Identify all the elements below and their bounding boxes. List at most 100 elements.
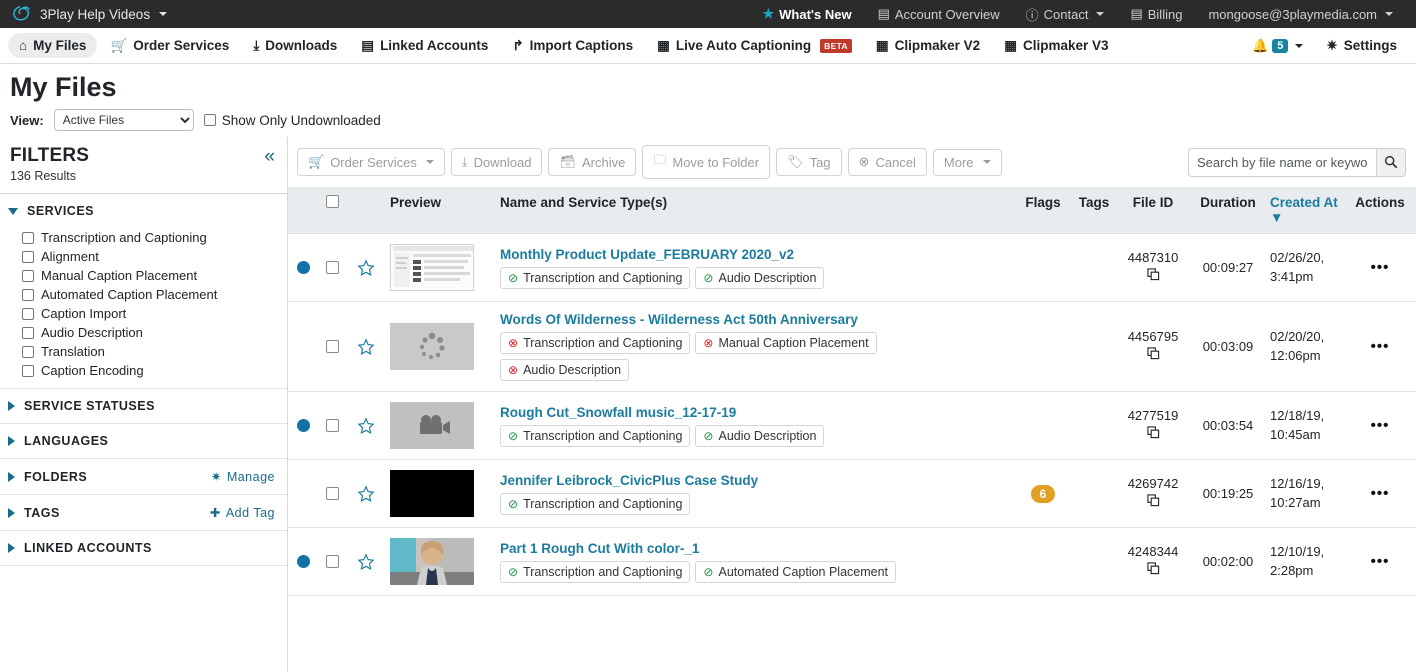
- filter-checkbox[interactable]: [22, 307, 34, 320]
- file-name-link[interactable]: Monthly Product Update_FEBRUARY 2020_v2: [500, 247, 1010, 262]
- ellipsis-icon[interactable]: •••: [1348, 417, 1412, 434]
- nav-clipmaker-v2[interactable]: ▦ Clipmaker V2: [865, 33, 991, 59]
- star-outline-icon[interactable]: [357, 337, 375, 356]
- row-checkbox[interactable]: [325, 419, 339, 432]
- add-tag-button[interactable]: ✚ Add Tag: [210, 505, 275, 521]
- more-button[interactable]: More: [932, 148, 1002, 176]
- show-only-undownloaded-checkbox[interactable]: [203, 114, 216, 126]
- 3play-logo-icon[interactable]: [8, 3, 34, 25]
- copy-icon[interactable]: [1120, 347, 1186, 365]
- filter-option-caption-import[interactable]: Caption Import: [0, 304, 287, 323]
- loading-spinner-thumbnail[interactable]: [390, 323, 474, 370]
- table-row[interactable]: Monthly Product Update_FEBRUARY 2020_v2 …: [288, 233, 1416, 302]
- order-services-button[interactable]: 🛒 Order Services: [297, 148, 445, 176]
- video-camera-thumbnail[interactable]: [390, 402, 474, 449]
- nav-order-services[interactable]: 🛒 Order Services: [99, 33, 240, 59]
- nav-settings[interactable]: ✷ Settings: [1315, 33, 1408, 59]
- copy-icon[interactable]: [1120, 426, 1186, 444]
- nav-import-captions[interactable]: ↱ Import Captions: [501, 33, 644, 59]
- filter-option-manual-caption-placement[interactable]: Manual Caption Placement: [0, 266, 287, 285]
- row-checkbox[interactable]: [325, 487, 339, 500]
- person-photo-thumbnail[interactable]: [390, 538, 474, 585]
- service-badge[interactable]: ⊗ Manual Caption Placement: [695, 332, 877, 354]
- nav-my-files[interactable]: ⌂ My Files: [8, 33, 98, 58]
- account-overview-link[interactable]: ▤ Account Overview: [865, 6, 1013, 22]
- file-name-link[interactable]: Part 1 Rough Cut With color-_1: [500, 541, 1010, 556]
- row-checkbox[interactable]: [325, 555, 339, 568]
- filter-checkbox[interactable]: [22, 288, 34, 301]
- service-badge[interactable]: ⊘ Audio Description: [695, 424, 825, 447]
- filter-option-transcription-and-captioning[interactable]: Transcription and Captioning: [0, 228, 287, 247]
- service-badge[interactable]: ⊗ Audio Description: [500, 359, 630, 381]
- cancel-button[interactable]: ⊗ Cancel: [847, 148, 927, 176]
- star-outline-icon[interactable]: [357, 552, 375, 571]
- filter-checkbox[interactable]: [22, 269, 34, 282]
- table-row[interactable]: Jennifer Leibrock_CivicPlus Case Study ⊘…: [288, 459, 1416, 528]
- service-badge[interactable]: ⊘ Transcription and Captioning: [500, 492, 691, 515]
- th-flags[interactable]: Flags: [1014, 187, 1072, 234]
- row-checkbox[interactable]: [325, 340, 339, 353]
- copy-icon[interactable]: [1120, 268, 1186, 286]
- download-button[interactable]: ⤓ Download: [450, 148, 543, 176]
- star-outline-icon[interactable]: [357, 416, 375, 435]
- filter-section-linked-accounts-header[interactable]: LINKED ACCOUNTS: [0, 531, 287, 565]
- star-outline-icon[interactable]: [357, 258, 375, 277]
- filter-section-services-header[interactable]: SERVICES: [0, 194, 287, 228]
- service-badge[interactable]: ⊗ Transcription and Captioning: [500, 332, 691, 354]
- filter-option-alignment[interactable]: Alignment: [0, 247, 287, 266]
- table-row[interactable]: Part 1 Rough Cut With color-_1 ⊘ Transcr…: [288, 527, 1416, 596]
- star-outline-icon[interactable]: [357, 484, 375, 503]
- service-badge[interactable]: ⊘ Transcription and Captioning: [500, 266, 691, 289]
- search-icon[interactable]: [1376, 147, 1406, 177]
- service-badge[interactable]: ⊘ Transcription and Captioning: [500, 424, 691, 447]
- filter-checkbox[interactable]: [22, 231, 34, 244]
- tag-button[interactable]: 🏷 Tag: [776, 148, 842, 176]
- file-name-link[interactable]: Words Of Wilderness - Wilderness Act 50t…: [500, 312, 1010, 327]
- ellipsis-icon[interactable]: •••: [1348, 485, 1412, 502]
- row-checkbox[interactable]: [325, 261, 339, 274]
- copy-icon[interactable]: [1120, 562, 1186, 580]
- nav-linked-accounts[interactable]: ▤ Linked Accounts: [350, 33, 499, 59]
- user-menu[interactable]: mongoose@3playmedia.com: [1195, 7, 1406, 22]
- flag-count-badge[interactable]: 6: [1030, 484, 1056, 503]
- whats-new-link[interactable]: ★ What's New: [749, 6, 864, 22]
- filter-option-caption-encoding[interactable]: Caption Encoding: [0, 361, 287, 380]
- archive-button[interactable]: 🗃 Archive: [548, 148, 637, 176]
- filter-checkbox[interactable]: [22, 326, 34, 339]
- service-badge[interactable]: ⊘ Audio Description: [695, 266, 825, 289]
- manage-folders-button[interactable]: ✷ Manage: [211, 469, 275, 485]
- show-only-undownloaded-toggle[interactable]: Show Only Undownloaded: [203, 113, 381, 128]
- filter-option-audio-description[interactable]: Audio Description: [0, 323, 287, 342]
- billing-link[interactable]: ▤ Billing: [1117, 6, 1195, 22]
- screenshot-thumbnail[interactable]: [390, 244, 474, 291]
- nav-live-auto-captioning[interactable]: ▦ Live Auto Captioning BETA: [646, 33, 863, 59]
- ellipsis-icon[interactable]: •••: [1348, 553, 1412, 570]
- filter-checkbox[interactable]: [22, 250, 34, 263]
- table-row[interactable]: Rough Cut_Snowfall music_12-17-19 ⊘ Tran…: [288, 391, 1416, 460]
- files-table-scroll[interactable]: Preview Name and Service Type(s) Flags T…: [288, 187, 1416, 672]
- th-duration[interactable]: Duration: [1190, 187, 1266, 234]
- filter-checkbox[interactable]: [22, 345, 34, 358]
- account-switcher[interactable]: 3Play Help Videos: [40, 7, 168, 22]
- black-thumbnail[interactable]: [390, 470, 474, 517]
- nav-clipmaker-v3[interactable]: ▦ Clipmaker V3: [993, 33, 1119, 59]
- select-all-checkbox[interactable]: [325, 195, 339, 208]
- th-name-and-service-types[interactable]: Name and Service Type(s): [496, 187, 1014, 234]
- file-name-link[interactable]: Rough Cut_Snowfall music_12-17-19: [500, 405, 1010, 420]
- chevron-double-left-icon[interactable]: «: [264, 145, 275, 166]
- search-input[interactable]: [1188, 147, 1376, 177]
- filter-section-languages-header[interactable]: LANGUAGES: [0, 424, 287, 458]
- filter-checkbox[interactable]: [22, 364, 34, 377]
- ellipsis-icon[interactable]: •••: [1348, 338, 1412, 355]
- view-select[interactable]: Active Files: [53, 109, 194, 131]
- notifications-menu[interactable]: 🔔 5: [1242, 38, 1313, 54]
- filter-option-automated-caption-placement[interactable]: Automated Caption Placement: [0, 285, 287, 304]
- filter-section-service-statuses-header[interactable]: SERVICE STATUSES: [0, 389, 287, 423]
- nav-downloads[interactable]: ⤓ Downloads: [242, 33, 348, 59]
- service-badge[interactable]: ⊘ Transcription and Captioning: [500, 560, 691, 583]
- copy-icon[interactable]: [1120, 494, 1186, 512]
- filter-section-tags-header[interactable]: TAGS ✚ Add Tag: [0, 495, 287, 530]
- filter-section-folders-header[interactable]: FOLDERS ✷ Manage: [0, 459, 287, 494]
- filter-option-translation[interactable]: Translation: [0, 342, 287, 361]
- contact-menu[interactable]: ⓘ Contact: [1013, 5, 1118, 24]
